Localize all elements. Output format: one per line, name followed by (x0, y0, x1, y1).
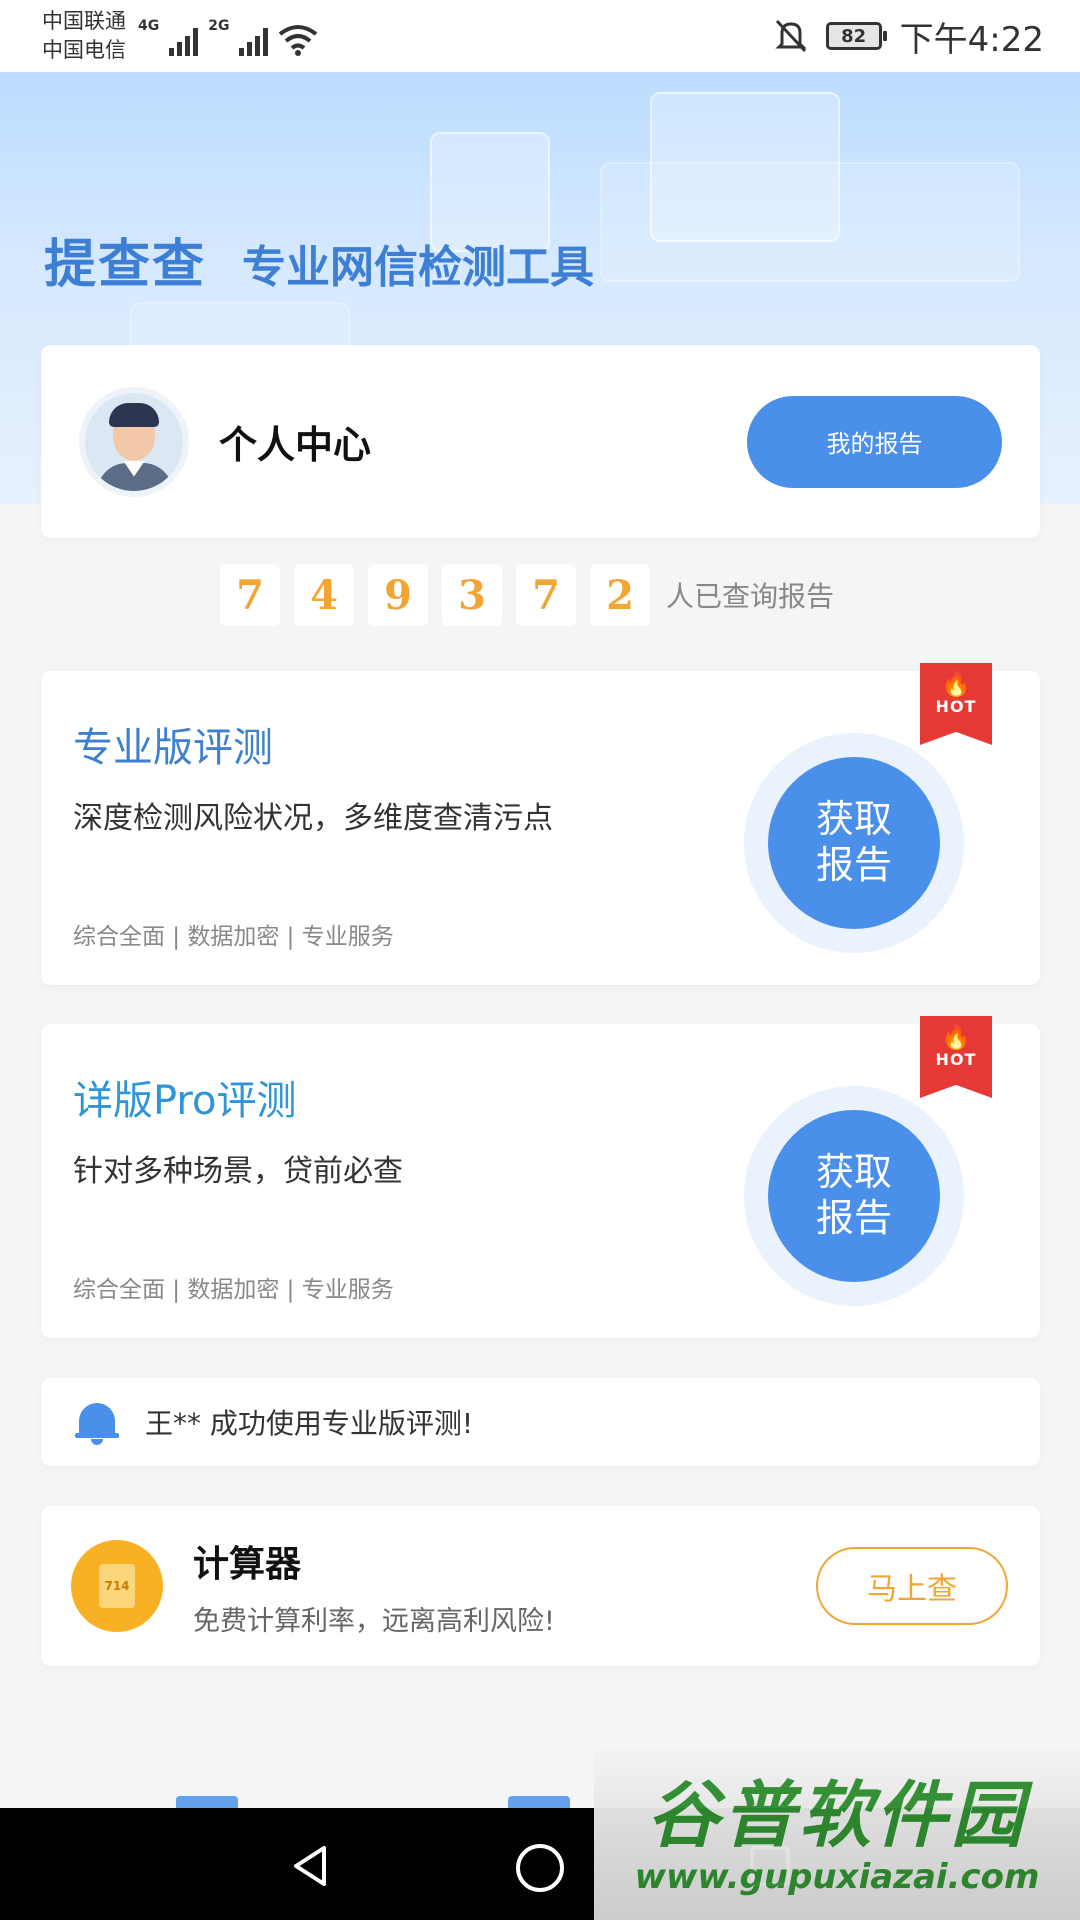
bell-icon (75, 1399, 119, 1445)
hot-badge-label: HOT (935, 697, 977, 716)
avatar[interactable] (79, 386, 189, 497)
counter-digit: 7 (220, 564, 280, 626)
wifi-icon (279, 25, 318, 56)
banner-title: 提查查 专业网信检测工具 (44, 222, 594, 297)
counter-digit: 9 (368, 564, 428, 626)
query-counter: 7 4 9 3 7 2 人已查询报告 (220, 564, 834, 626)
flame-icon: 🔥 (941, 1023, 971, 1051)
mute-bell-icon (775, 19, 807, 53)
signal-bars-icon (239, 26, 269, 56)
calculator-title: 计算器 (193, 1543, 302, 1585)
battery-icon: 82 (825, 22, 887, 50)
counter-digit: 2 (590, 564, 650, 626)
app-slogan: 专业网信检测工具 (242, 242, 595, 293)
counter-digit: 3 (442, 564, 502, 626)
profile-card[interactable]: 个人中心 我的报告 (41, 345, 1040, 538)
hot-badge-label: HOT (935, 1050, 977, 1069)
check-now-button[interactable]: 马上查 (816, 1547, 1008, 1625)
flame-icon: 🔥 (941, 670, 971, 698)
get-report-button[interactable]: 获取报告 (768, 757, 940, 929)
network-type-2: 2G (208, 18, 230, 34)
signal-icons: 4G 2G (138, 16, 318, 56)
counter-digit: 7 (516, 564, 576, 626)
watermark: 谷普软件园 www.gupuxiazai.com (594, 1750, 1080, 1920)
counter-digit: 4 (294, 564, 354, 626)
carrier-2: 中国电信 (42, 38, 126, 62)
status-right: 82 下午4:22 (774, 12, 1044, 61)
calculator-card[interactable]: 714 计算器 免费计算利率，远离高利风险! 马上查 (41, 1506, 1040, 1666)
carrier-names: 中国联通 中国电信 (42, 7, 126, 65)
signal-bars-icon (169, 26, 199, 56)
home-icon[interactable] (516, 1844, 564, 1892)
network-type-1: 4G (138, 18, 160, 34)
counter-label: 人已查询报告 (666, 580, 835, 613)
notice-bar: 王** 成功使用专业版评测! (41, 1378, 1040, 1466)
status-bar: 中国联通 中国电信 4G 2G 82 下午4:22 (0, 0, 1080, 72)
get-report-button[interactable]: 获取报告 (768, 1110, 940, 1282)
product-card-detail-pro[interactable]: 详版Pro评测 针对多种场景，贷前必查 综合全面 | 数据加密 | 专业服务 获… (41, 1016, 1040, 1338)
calculator-text: 计算器 免费计算利率，远离高利风险! (193, 1535, 555, 1638)
my-report-button[interactable]: 我的报告 (747, 395, 1002, 488)
product-tags: 综合全面 | 数据加密 | 专业服务 (73, 924, 394, 950)
get-report-ring: 获取报告 (744, 733, 964, 953)
carrier-1: 中国联通 (42, 9, 126, 33)
app-brand: 提查查 (44, 235, 207, 295)
clock: 下午4:22 (899, 19, 1044, 60)
calculator-subtitle: 免费计算利率，远离高利风险! (193, 1605, 555, 1637)
calculator-icon-label: 714 (99, 1564, 135, 1608)
decorative-cube (600, 162, 1020, 282)
notice-text: 王** 成功使用专业版评测! (145, 1407, 474, 1440)
product-tags: 综合全面 | 数据加密 | 专业服务 (73, 1277, 394, 1303)
calculator-icon: 714 (71, 1540, 163, 1632)
back-icon[interactable] (290, 1844, 330, 1888)
product-card-pro[interactable]: 专业版评测 深度检测风险状况，多维度查清污点 综合全面 | 数据加密 | 专业服… (41, 663, 1040, 985)
watermark-title: 谷普软件园 (646, 1773, 1027, 1857)
watermark-url: www.gupuxiazai.com (634, 1857, 1040, 1897)
get-report-ring: 获取报告 (744, 1086, 964, 1306)
profile-title: 个人中心 (219, 423, 372, 467)
